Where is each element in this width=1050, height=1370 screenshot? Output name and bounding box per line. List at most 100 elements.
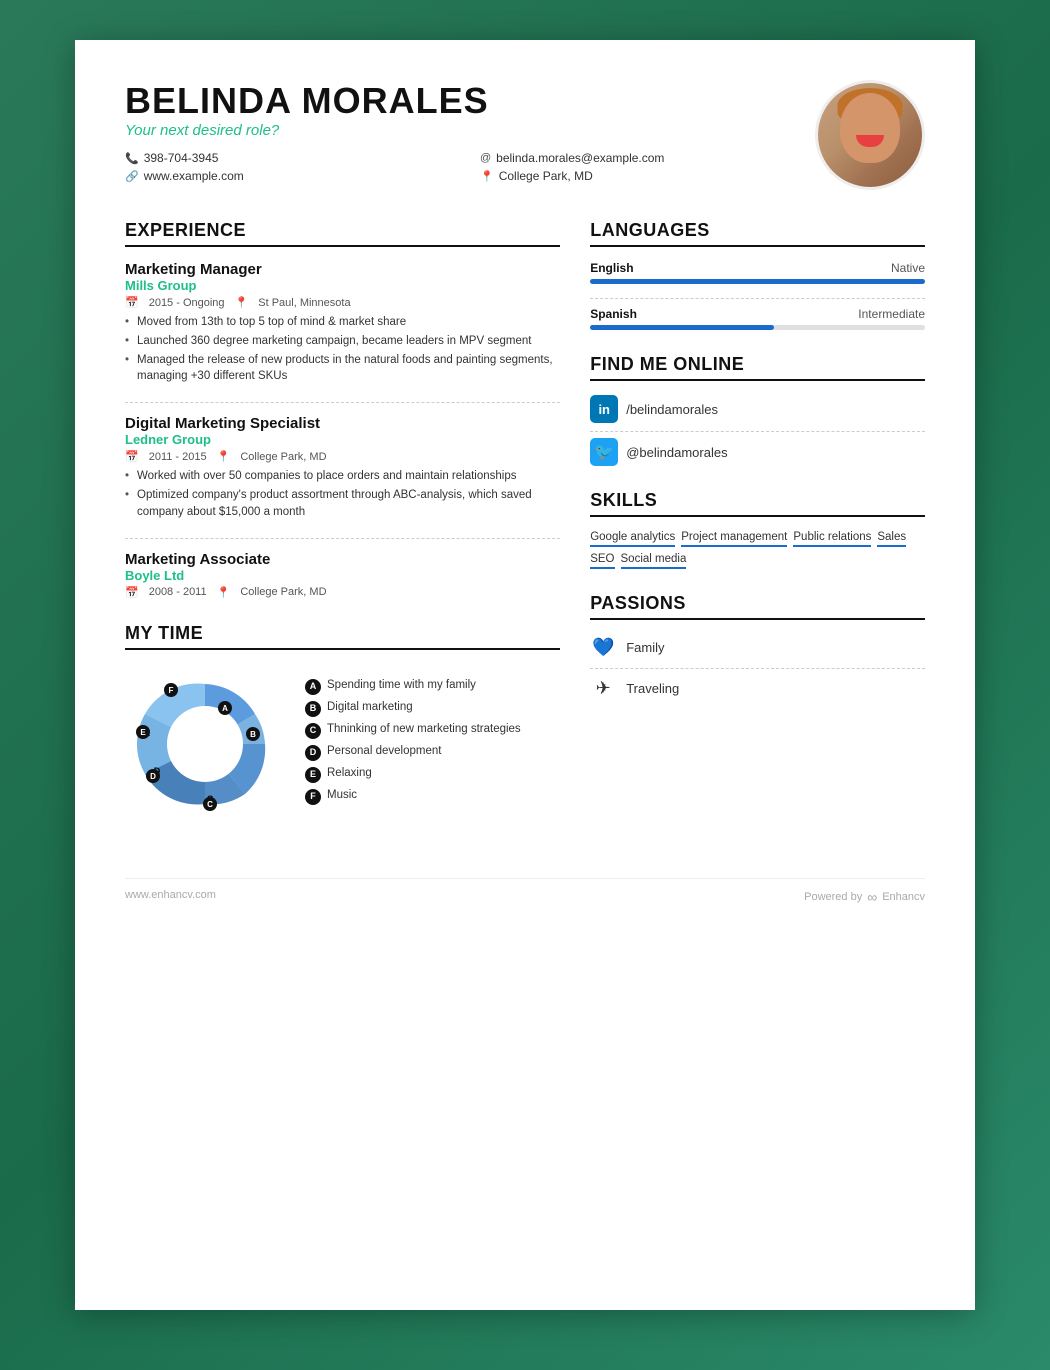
job-location-1: St Paul, Minnesota [258,297,350,309]
passion-family-label: Family [626,640,664,655]
lang-level-spanish: Intermediate [858,307,925,321]
website-item: 🔗 www.example.com [125,169,460,183]
passion-family: 💙 Family [590,634,925,660]
calendar-icon-3: 📅 [125,586,139,599]
job-dates-3: 2008 - 2011 [149,586,207,598]
location-icon: 📍 [480,170,494,183]
languages-section: LANGUAGES English Native Spanish Interme… [590,220,925,330]
passion-traveling: ✈ Traveling [590,675,925,701]
job-meta-1: 📅 2015 - Ongoing 📍 St Paul, Minnesota [125,296,560,309]
brand-name: Enhancv [882,891,925,903]
phone-item: 📞 398-704-3945 [125,151,460,165]
family-icon: 💙 [590,634,616,660]
main-content: EXPERIENCE Marketing Manager Mills Group… [125,220,925,848]
lang-level-english: Native [891,261,925,275]
lang-bar-bg-english [590,279,925,284]
travel-icon: ✈ [590,675,616,701]
brand-icon: ∞ [867,889,877,905]
company-2: Ledner Group [125,432,560,447]
mytime-section: MY TIME [125,623,560,824]
left-column: EXPERIENCE Marketing Manager Mills Group… [125,220,560,848]
candidate-photo [815,80,925,190]
website-icon: 🔗 [125,170,139,183]
svg-text:B: B [250,730,256,739]
job-dates-1: 2015 - Ongoing [149,297,225,309]
languages-title: LANGUAGES [590,220,925,247]
phone-icon: 📞 [125,152,139,165]
resume-header: BELINDA MORALES Your next desired role? … [125,80,925,190]
job-item-2: Digital Marketing Specialist Ledner Grou… [125,415,560,519]
bullet-item: Managed the release of new products in t… [125,352,560,384]
location-icon-1: 📍 [235,296,249,309]
linkedin-handle: /belindamorales [626,402,718,417]
legend-badge-a: A [305,679,321,695]
skill-tag-google-analytics: Google analytics [590,531,675,547]
job-location-2: College Park, MD [240,451,326,463]
linkedin-icon: in [590,395,618,423]
bullet-item: Worked with over 50 companies to place o… [125,468,560,484]
bullet-item: Moved from 13th to top 5 top of mind & m… [125,314,560,330]
email-item: @ belinda.morales@example.com [480,151,815,165]
skill-tag-social-media: Social media [621,553,687,569]
legend-item-d: D Personal development [305,744,521,761]
right-column: LANGUAGES English Native Spanish Interme… [590,220,925,848]
svg-text:F: F [169,686,174,695]
email-icon: @ [480,152,491,164]
skills-title: SKILLS [590,490,925,517]
legend-badge-c: C [305,723,321,739]
phone-value: 398-704-3945 [144,151,219,165]
language-english: English Native [590,261,925,284]
bullet-item: Optimized company's product assortment t… [125,487,560,519]
skill-tag-project-mgmt: Project management [681,531,787,547]
svg-text:C: C [207,800,213,809]
legend-item-e: E Relaxing [305,766,521,783]
svg-text:A: A [222,704,228,713]
lang-bar-bg-spanish [590,325,925,330]
resume-footer: www.enhancv.com Powered by ∞ Enhancv [125,878,925,905]
job-location-3: College Park, MD [240,586,326,598]
resume-paper: BELINDA MORALES Your next desired role? … [75,40,975,1310]
lang-bar-fill-spanish [590,325,774,330]
lang-row-english: English Native [590,261,925,275]
legend-text-d: Personal development [327,744,441,759]
lang-row-spanish: Spanish Intermediate [590,307,925,321]
social-divider [590,431,925,432]
passions-title: PASSIONS [590,593,925,620]
location-value: College Park, MD [499,169,593,183]
job-title-3: Marketing Associate [125,551,560,568]
exp-divider-2 [125,538,560,539]
job-meta-2: 📅 2011 - 2015 📍 College Park, MD [125,450,560,463]
experience-title: EXPERIENCE [125,220,560,247]
job-bullets-1: Moved from 13th to top 5 top of mind & m… [125,314,560,384]
skills-section: SKILLS Google analytics Project manageme… [590,490,925,569]
footer-powered: Powered by ∞ Enhancv [804,889,925,905]
skill-tag-seo: SEO [590,553,614,569]
legend-badge-b: B [305,701,321,717]
legend-text-c: Thninking of new marketing strategies [327,722,521,737]
job-meta-3: 📅 2008 - 2011 📍 College Park, MD [125,586,560,599]
lang-name-english: English [590,261,633,275]
svg-text:E: E [140,728,146,737]
email-value: belinda.morales@example.com [496,151,664,165]
legend-item-c: C Thninking of new marketing strategies [305,722,521,739]
calendar-icon-2: 📅 [125,450,139,463]
legend-text-e: Relaxing [327,766,372,781]
website-value: www.example.com [144,169,244,183]
mytime-title: MY TIME [125,623,560,650]
legend-item-a: A Spending time with my family [305,678,521,695]
findme-section: FIND ME ONLINE in /belindamorales 🐦 @bel… [590,354,925,466]
job-title-2: Digital Marketing Specialist [125,415,560,432]
location-icon-2: 📍 [217,450,231,463]
lang-bar-fill-english [590,279,925,284]
twitter-icon: 🐦 [590,438,618,466]
social-twitter: 🐦 @belindamorales [590,438,925,466]
powered-label: Powered by [804,891,862,903]
legend-badge-f: F [305,789,321,805]
passions-section: PASSIONS 💙 Family ✈ Traveling [590,593,925,701]
language-spanish: Spanish Intermediate [590,307,925,330]
skill-tag-public-relations: Public relations [793,531,871,547]
passion-divider [590,668,925,669]
skill-tag-sales: Sales [877,531,906,547]
job-title-1: Marketing Manager [125,261,560,278]
lang-name-spanish: Spanish [590,307,637,321]
